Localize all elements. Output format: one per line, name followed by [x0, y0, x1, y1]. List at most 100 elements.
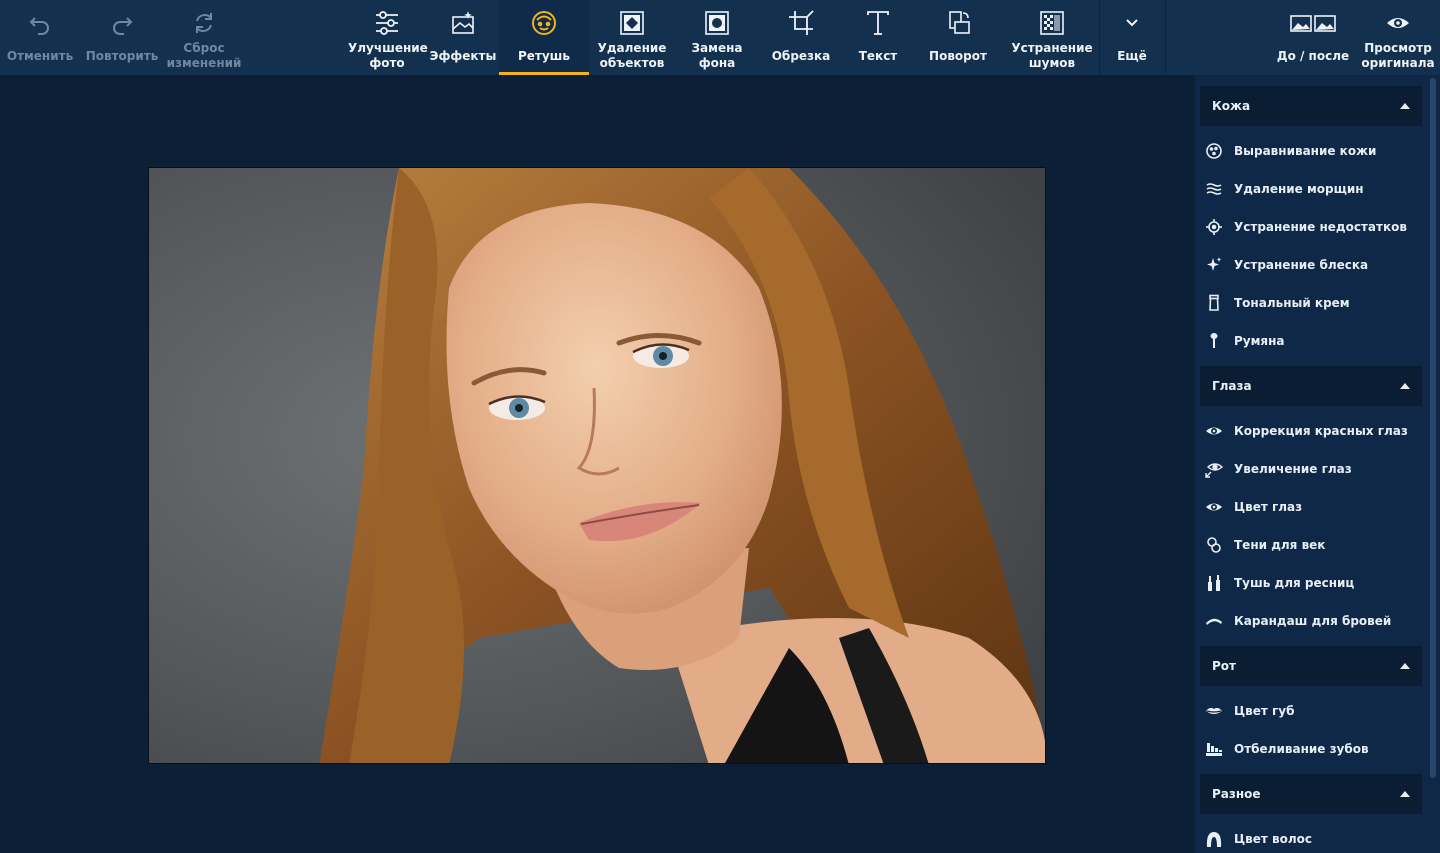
- rotate-button[interactable]: Поворот: [920, 0, 996, 75]
- tool-label: Румяна: [1234, 334, 1285, 348]
- tool-foundation[interactable]: Тональный крем: [1203, 288, 1425, 318]
- eyebrow-pencil-icon: [1203, 610, 1225, 632]
- section-header-misc[interactable]: Разное: [1200, 774, 1422, 814]
- sliders-icon: [372, 8, 402, 38]
- tool-blush[interactable]: Румяна: [1203, 326, 1425, 356]
- tool-label: Тени для век: [1234, 538, 1326, 552]
- tool-lip-color[interactable]: Цвет губ: [1203, 696, 1425, 726]
- retouch-face-icon: [529, 8, 559, 38]
- mascara-icon: [1203, 572, 1225, 594]
- section-title: Глаза: [1212, 379, 1252, 393]
- reset-button[interactable]: Сброс изменений: [164, 0, 244, 75]
- panel-scrollbar[interactable]: [1430, 78, 1436, 778]
- tool-shine-removal[interactable]: Устранение блеска: [1203, 250, 1425, 280]
- crop-label: Обрезка: [771, 49, 831, 63]
- retouch-button[interactable]: Ретушь: [499, 0, 589, 75]
- top-toolbar: Отменить Повторить Сброс изменений Улучш…: [0, 0, 1440, 75]
- tool-blemish-removal[interactable]: Устранение недостатков: [1203, 212, 1425, 242]
- section-header-skin[interactable]: Кожа: [1200, 86, 1422, 126]
- replace-background-icon: [702, 8, 732, 38]
- tool-label: Тональный крем: [1234, 296, 1350, 310]
- redo-button[interactable]: Повторить: [82, 0, 162, 75]
- noise-icon: [1037, 8, 1067, 38]
- reset-label: Сброс изменений: [166, 41, 242, 70]
- tool-label: Увеличение глаз: [1234, 462, 1352, 476]
- undo-label: Отменить: [6, 49, 74, 63]
- section-header-mouth[interactable]: Рот: [1200, 646, 1422, 686]
- replace-background-button[interactable]: Замена фона: [677, 0, 757, 75]
- tool-label: Устранение недостатков: [1234, 220, 1407, 234]
- section-header-eyes[interactable]: Глаза: [1200, 366, 1422, 406]
- view-original-button[interactable]: Просмотр оригинала: [1358, 0, 1438, 75]
- collapse-caret-icon[interactable]: [1400, 383, 1410, 389]
- blemish-removal-icon: [1203, 216, 1225, 238]
- effects-icon: [448, 8, 478, 38]
- eyeshadow-icon: [1203, 534, 1225, 556]
- tool-eye-enlarge[interactable]: Увеличение глаз: [1203, 454, 1425, 484]
- tool-eyeshadow[interactable]: Тени для век: [1203, 530, 1425, 560]
- crop-button[interactable]: Обрезка: [765, 0, 837, 75]
- text-icon: [863, 8, 893, 38]
- effects-label: Эффекты: [429, 49, 497, 63]
- tool-label: Выравнивание кожи: [1234, 144, 1377, 158]
- undo-button[interactable]: Отменить: [0, 0, 80, 75]
- more-button[interactable]: Ещё: [1100, 0, 1164, 75]
- text-button[interactable]: Текст: [843, 0, 913, 75]
- effects-button[interactable]: Эффекты: [428, 0, 498, 75]
- tool-label: Отбеливание зубов: [1234, 742, 1369, 756]
- tool-eye-color[interactable]: Цвет глаз: [1203, 492, 1425, 522]
- remove-objects-button[interactable]: Удаление объектов: [591, 0, 673, 75]
- denoise-button[interactable]: Устранение шумов: [1006, 0, 1098, 75]
- undo-icon: [25, 8, 55, 38]
- teeth-whitening-icon: [1203, 738, 1225, 760]
- collapse-caret-icon[interactable]: [1400, 663, 1410, 669]
- crop-icon: [786, 8, 816, 38]
- tool-skin-smoothing[interactable]: Выравнивание кожи: [1203, 136, 1425, 166]
- tool-eyebrow-pencil[interactable]: Карандаш для бровей: [1203, 606, 1425, 636]
- tool-label: Удаление морщин: [1234, 182, 1364, 196]
- section-title: Рот: [1212, 659, 1236, 673]
- tool-label: Цвет губ: [1234, 704, 1295, 718]
- view-original-label: Просмотр оригинала: [1361, 41, 1435, 70]
- eye-icon: [1383, 8, 1413, 38]
- portrait-photo: [149, 168, 1045, 763]
- tool-label: Коррекция красных глаз: [1234, 424, 1408, 438]
- retouch-label: Ретушь: [517, 49, 571, 63]
- collapse-caret-icon[interactable]: [1400, 791, 1410, 797]
- tool-hair-color[interactable]: Цвет волос: [1203, 824, 1425, 853]
- section-title: Кожа: [1212, 99, 1251, 113]
- collapse-caret-icon[interactable]: [1400, 103, 1410, 109]
- reset-icon: [189, 8, 219, 38]
- photo-canvas[interactable]: [148, 167, 1046, 764]
- hair-color-icon: [1203, 828, 1225, 850]
- redo-label: Повторить: [85, 49, 159, 63]
- tool-label: Тушь для ресниц: [1234, 576, 1355, 590]
- before-after-label: До / после: [1276, 49, 1350, 63]
- lips-icon: [1203, 700, 1225, 722]
- red-eye-icon: [1203, 420, 1225, 442]
- tool-label: Карандаш для бровей: [1234, 614, 1392, 628]
- foundation-icon: [1203, 292, 1225, 314]
- tool-mascara[interactable]: Тушь для ресниц: [1203, 568, 1425, 598]
- tool-label: Цвет волос: [1234, 832, 1312, 846]
- tool-wrinkle-removal[interactable]: Удаление морщин: [1203, 174, 1425, 204]
- skin-smoothing-icon: [1203, 140, 1225, 162]
- rotate-label: Поворот: [929, 49, 987, 63]
- more-label: Ещё: [1117, 49, 1147, 63]
- enhance-photo-button[interactable]: Улучшение фото: [348, 0, 428, 75]
- text-label: Текст: [858, 49, 898, 63]
- tool-red-eye[interactable]: Коррекция красных глаз: [1203, 416, 1425, 446]
- before-after-icon: [1289, 8, 1337, 38]
- wrinkle-removal-icon: [1203, 178, 1225, 200]
- canvas-workspace: [0, 75, 1195, 853]
- tool-teeth-whitening[interactable]: Отбеливание зубов: [1203, 734, 1425, 764]
- redo-icon: [107, 8, 137, 38]
- chevron-down-icon: [1117, 8, 1147, 38]
- denoise-label: Устранение шумов: [1011, 41, 1093, 70]
- section-title: Разное: [1212, 787, 1261, 801]
- blush-brush-icon: [1203, 330, 1225, 352]
- before-after-button[interactable]: До / после: [1274, 0, 1352, 75]
- remove-objects-icon: [617, 8, 647, 38]
- retouch-tools-panel: Кожа Выравнивание кожи Удаление морщин У…: [1195, 75, 1440, 853]
- toolbar-divider: [1165, 0, 1166, 75]
